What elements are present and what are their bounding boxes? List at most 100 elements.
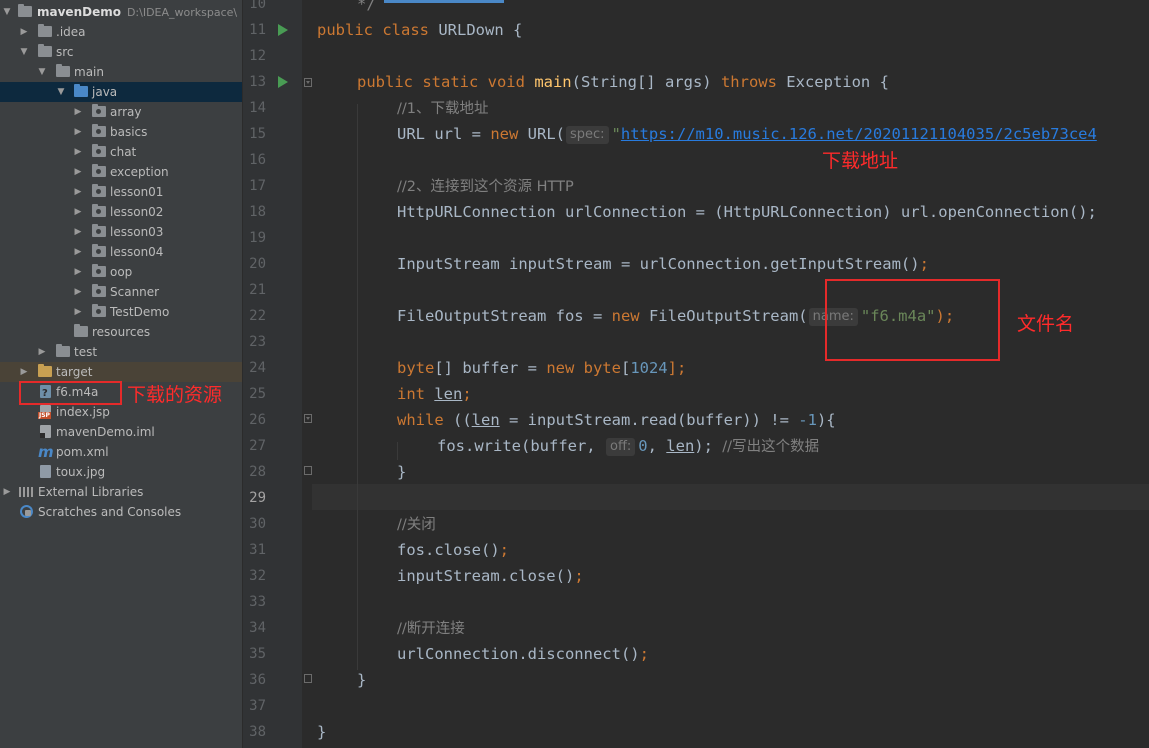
chevron-down-icon[interactable]: ▼: [37, 62, 47, 82]
chevron-right-icon[interactable]: ▶: [73, 222, 83, 242]
tree-item-label: lesson04: [110, 245, 164, 259]
code-line-38: }: [317, 723, 327, 741]
code-line-32: inputStream.close();: [397, 567, 584, 585]
chevron-right-icon[interactable]: ▶: [19, 22, 29, 42]
package-icon: [92, 144, 106, 157]
excluded-folder-icon: [38, 364, 52, 377]
code-line-28: }: [397, 463, 407, 481]
tree-item-label: chat: [110, 145, 137, 159]
chevron-down-icon[interactable]: ▼: [2, 2, 12, 22]
tree-item-label: resources: [92, 325, 151, 339]
chevron-down-icon[interactable]: ▼: [19, 42, 29, 62]
code-line-17: //2、连接到这个资源 HTTP: [397, 179, 574, 195]
line-number: 14: [249, 100, 266, 116]
line-number: 17: [249, 178, 266, 194]
run-class-icon[interactable]: [278, 24, 288, 36]
tree-item-target[interactable]: ▶ target: [0, 362, 242, 382]
fold-end-icon[interactable]: [304, 674, 312, 683]
line-number: 36: [249, 672, 266, 688]
tree-item-label: oop: [110, 265, 133, 279]
tree-item-label: array: [110, 105, 142, 119]
tree-item-test[interactable]: ▶ test: [0, 342, 242, 362]
chevron-down-icon[interactable]: ▼: [56, 82, 66, 102]
chevron-right-icon[interactable]: ▶: [73, 282, 83, 302]
tree-item-label: lesson01: [110, 185, 164, 199]
tree-item-label: lesson02: [110, 205, 164, 219]
tree-item-package-exception[interactable]: ▶ exception: [0, 162, 242, 182]
tree-item-pom-xml[interactable]: m pom.xml: [0, 442, 242, 462]
line-number: 15: [249, 126, 266, 142]
tree-item-package-lesson03[interactable]: ▶ lesson03: [0, 222, 242, 242]
code-line-31: fos.close();: [397, 541, 509, 559]
chevron-right-icon[interactable]: ▶: [73, 102, 83, 122]
line-number: 22: [249, 308, 266, 324]
tree-item-mavendemo-iml[interactable]: mavenDemo.iml: [0, 422, 242, 442]
line-number: 26: [249, 412, 266, 428]
line-number: 32: [249, 568, 266, 584]
chevron-right-icon[interactable]: ▶: [73, 262, 83, 282]
tree-item-idea[interactable]: ▶ .idea: [0, 22, 242, 42]
line-number: 38: [249, 724, 266, 740]
tree-item-mavenDemo[interactable]: ▼ mavenDemo D:\IDEA_workspace\: [0, 2, 242, 22]
line-number: 28: [249, 464, 266, 480]
tree-item-package-lesson02[interactable]: ▶ lesson02: [0, 202, 242, 222]
package-icon: [92, 184, 106, 197]
scratches-icon: [20, 505, 33, 518]
tree-item-package-oop[interactable]: ▶ oop: [0, 262, 242, 282]
package-icon: [92, 104, 106, 117]
source-folder-icon: [74, 84, 88, 97]
chevron-right-icon[interactable]: ▶: [73, 242, 83, 262]
tree-item-java[interactable]: ▼ java: [0, 82, 242, 102]
chevron-right-icon[interactable]: ▶: [19, 362, 29, 382]
tree-item-package-scanner[interactable]: ▶ Scanner: [0, 282, 242, 302]
tree-item-label: TestDemo: [110, 305, 170, 319]
line-number: 16: [249, 152, 266, 168]
tree-item-package-testdemo[interactable]: ▶ TestDemo: [0, 302, 242, 322]
tree-item-package-lesson01[interactable]: ▶ lesson01: [0, 182, 242, 202]
folder-icon: [56, 344, 70, 357]
chevron-right-icon[interactable]: ▶: [73, 142, 83, 162]
package-icon: [92, 124, 106, 137]
maven-icon: m: [38, 443, 54, 461]
tree-item-main[interactable]: ▼ main: [0, 62, 242, 82]
run-main-icon[interactable]: [278, 76, 288, 88]
chevron-right-icon[interactable]: ▶: [73, 202, 83, 222]
tree-item-package-array[interactable]: ▶ array: [0, 102, 242, 122]
fold-block-icon[interactable]: [304, 414, 312, 423]
annotation-file-name: 文件名: [1017, 313, 1075, 335]
line-number: 30: [249, 516, 266, 532]
project-tree-panel: ▼ mavenDemo D:\IDEA_workspace\ ▶ .idea ▼ …: [0, 0, 242, 748]
fold-end-icon[interactable]: [304, 466, 312, 475]
tree-item-label: .idea: [56, 25, 86, 39]
fold-method-icon[interactable]: [304, 78, 312, 87]
tree-item-package-lesson04[interactable]: ▶ lesson04: [0, 242, 242, 262]
code-line-26: while ((len = inputStream.read(buffer)) …: [397, 411, 836, 429]
tree-item-label: basics: [110, 125, 148, 139]
tree-item-toux-jpg[interactable]: toux.jpg: [0, 462, 242, 482]
tree-item-package-chat[interactable]: ▶ chat: [0, 142, 242, 162]
code-line-13: public static void main(String[] args) t…: [357, 73, 889, 91]
tree-item-label: index.jsp: [56, 405, 110, 419]
code-line-20: InputStream inputStream = urlConnection.…: [397, 255, 929, 273]
tree-item-resources[interactable]: resources: [0, 322, 242, 342]
download-url-link[interactable]: https://m10.music.126.net/20201121104035…: [621, 125, 1097, 143]
line-number-current: 29: [249, 490, 266, 506]
tree-item-package-basics[interactable]: ▶ basics: [0, 122, 242, 142]
chevron-right-icon[interactable]: ▶: [73, 302, 83, 322]
folder-icon: [38, 44, 52, 57]
tree-item-external-libraries[interactable]: ▶ External Libraries: [0, 482, 242, 502]
chevron-right-icon[interactable]: ▶: [37, 342, 47, 362]
code-line-36: }: [357, 671, 367, 689]
chevron-right-icon[interactable]: ▶: [73, 182, 83, 202]
chevron-right-icon[interactable]: ▶: [73, 162, 83, 182]
libraries-icon: [19, 487, 33, 497]
chevron-right-icon[interactable]: ▶: [73, 122, 83, 142]
indent-guide: [397, 442, 398, 460]
tree-item-scratches[interactable]: Scratches and Consoles: [0, 502, 242, 522]
line-number: 11: [249, 22, 266, 38]
tree-item-label: src: [56, 45, 74, 59]
tree-item-src[interactable]: ▼ src: [0, 42, 242, 62]
tree-item-label: main: [74, 65, 104, 79]
chevron-right-icon[interactable]: ▶: [2, 482, 12, 502]
folder-icon: [56, 64, 70, 77]
